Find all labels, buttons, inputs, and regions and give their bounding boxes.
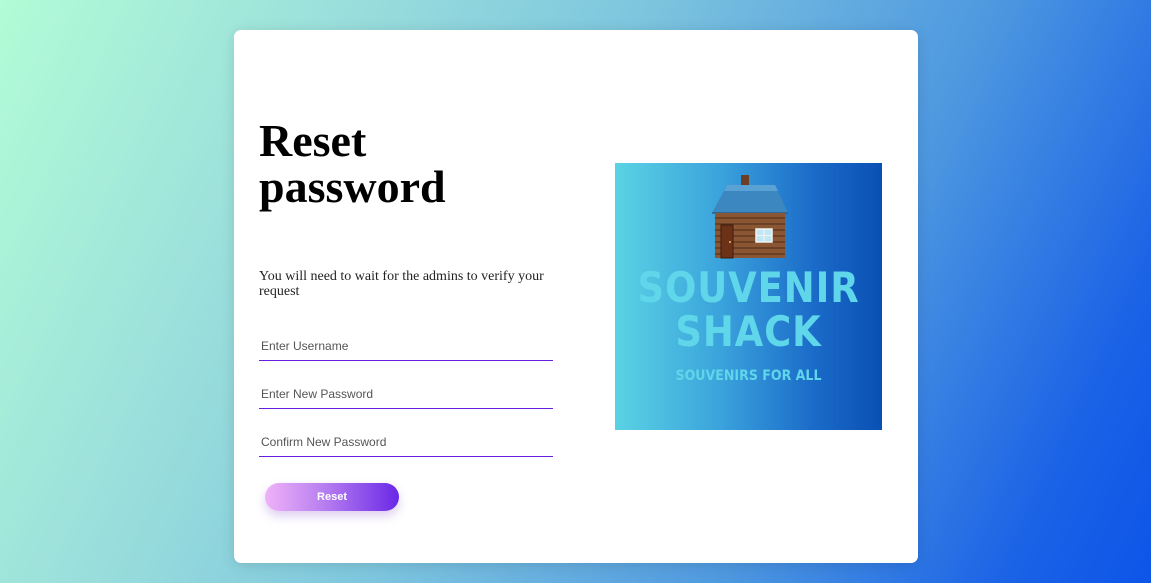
reset-button[interactable]: Reset bbox=[265, 483, 399, 511]
logo-tagline: SOUVENIRS FOR ALL bbox=[675, 368, 822, 384]
username-input[interactable] bbox=[259, 331, 553, 361]
souvenir-shack-logo: SOUVENIR SHACK SOUVENIRS FOR ALL bbox=[615, 163, 882, 430]
confirm-password-input[interactable] bbox=[259, 427, 553, 457]
verification-notice: You will need to wait for the admins to … bbox=[259, 269, 544, 299]
log-cabin-icon bbox=[712, 175, 788, 259]
new-password-input[interactable] bbox=[259, 379, 553, 409]
logo-title-line1: SOUVENIR bbox=[637, 263, 860, 312]
page-title: Reset password bbox=[259, 115, 446, 212]
logo-title-line2: SHACK bbox=[675, 307, 822, 356]
reset-card: Reset password You will need to wait for… bbox=[234, 30, 918, 563]
